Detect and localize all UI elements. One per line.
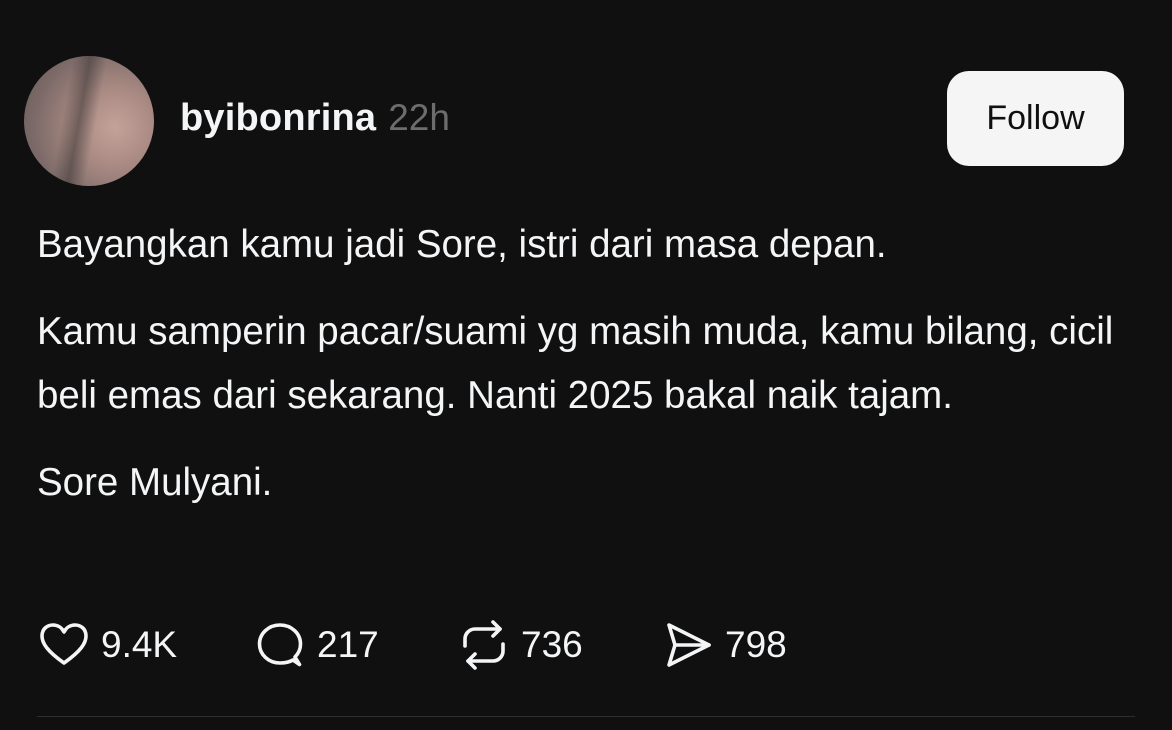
avatar[interactable] <box>24 56 154 186</box>
post-paragraph: Bayangkan kamu jadi Sore, istri dari mas… <box>37 223 887 266</box>
action-bar: 9.4K 217 736 798 <box>37 617 787 673</box>
reply-count: 217 <box>317 624 379 665</box>
like-count: 9.4K <box>101 624 178 665</box>
post-paragraph: Kamu samperin pacar/suami yg masih muda,… <box>37 310 1114 417</box>
thread-post: byibonrina 22h Follow Bayangkan kamu jad… <box>0 0 1172 730</box>
share-button[interactable]: 798 <box>661 617 787 673</box>
speech-bubble-icon <box>257 623 303 667</box>
repost-button[interactable]: 736 <box>457 617 661 673</box>
send-icon <box>667 623 711 667</box>
reply-button[interactable]: 217 <box>253 617 457 673</box>
follow-button[interactable]: Follow <box>947 71 1124 166</box>
repost-count: 736 <box>521 624 583 665</box>
post-paragraph: Sore Mulyani. <box>37 461 273 504</box>
post-body: Bayangkan kamu jadi Sore, istri dari mas… <box>37 213 1117 515</box>
post-timestamp[interactable]: 22h <box>388 97 450 139</box>
heart-icon <box>40 623 88 665</box>
like-button[interactable]: 9.4K <box>37 617 253 673</box>
share-count: 798 <box>725 624 787 665</box>
post-divider <box>37 716 1135 717</box>
repost-icon <box>463 620 505 670</box>
post-header: byibonrina 22h <box>180 97 450 143</box>
avatar-photo-detail <box>49 56 109 186</box>
username[interactable]: byibonrina <box>180 97 376 140</box>
